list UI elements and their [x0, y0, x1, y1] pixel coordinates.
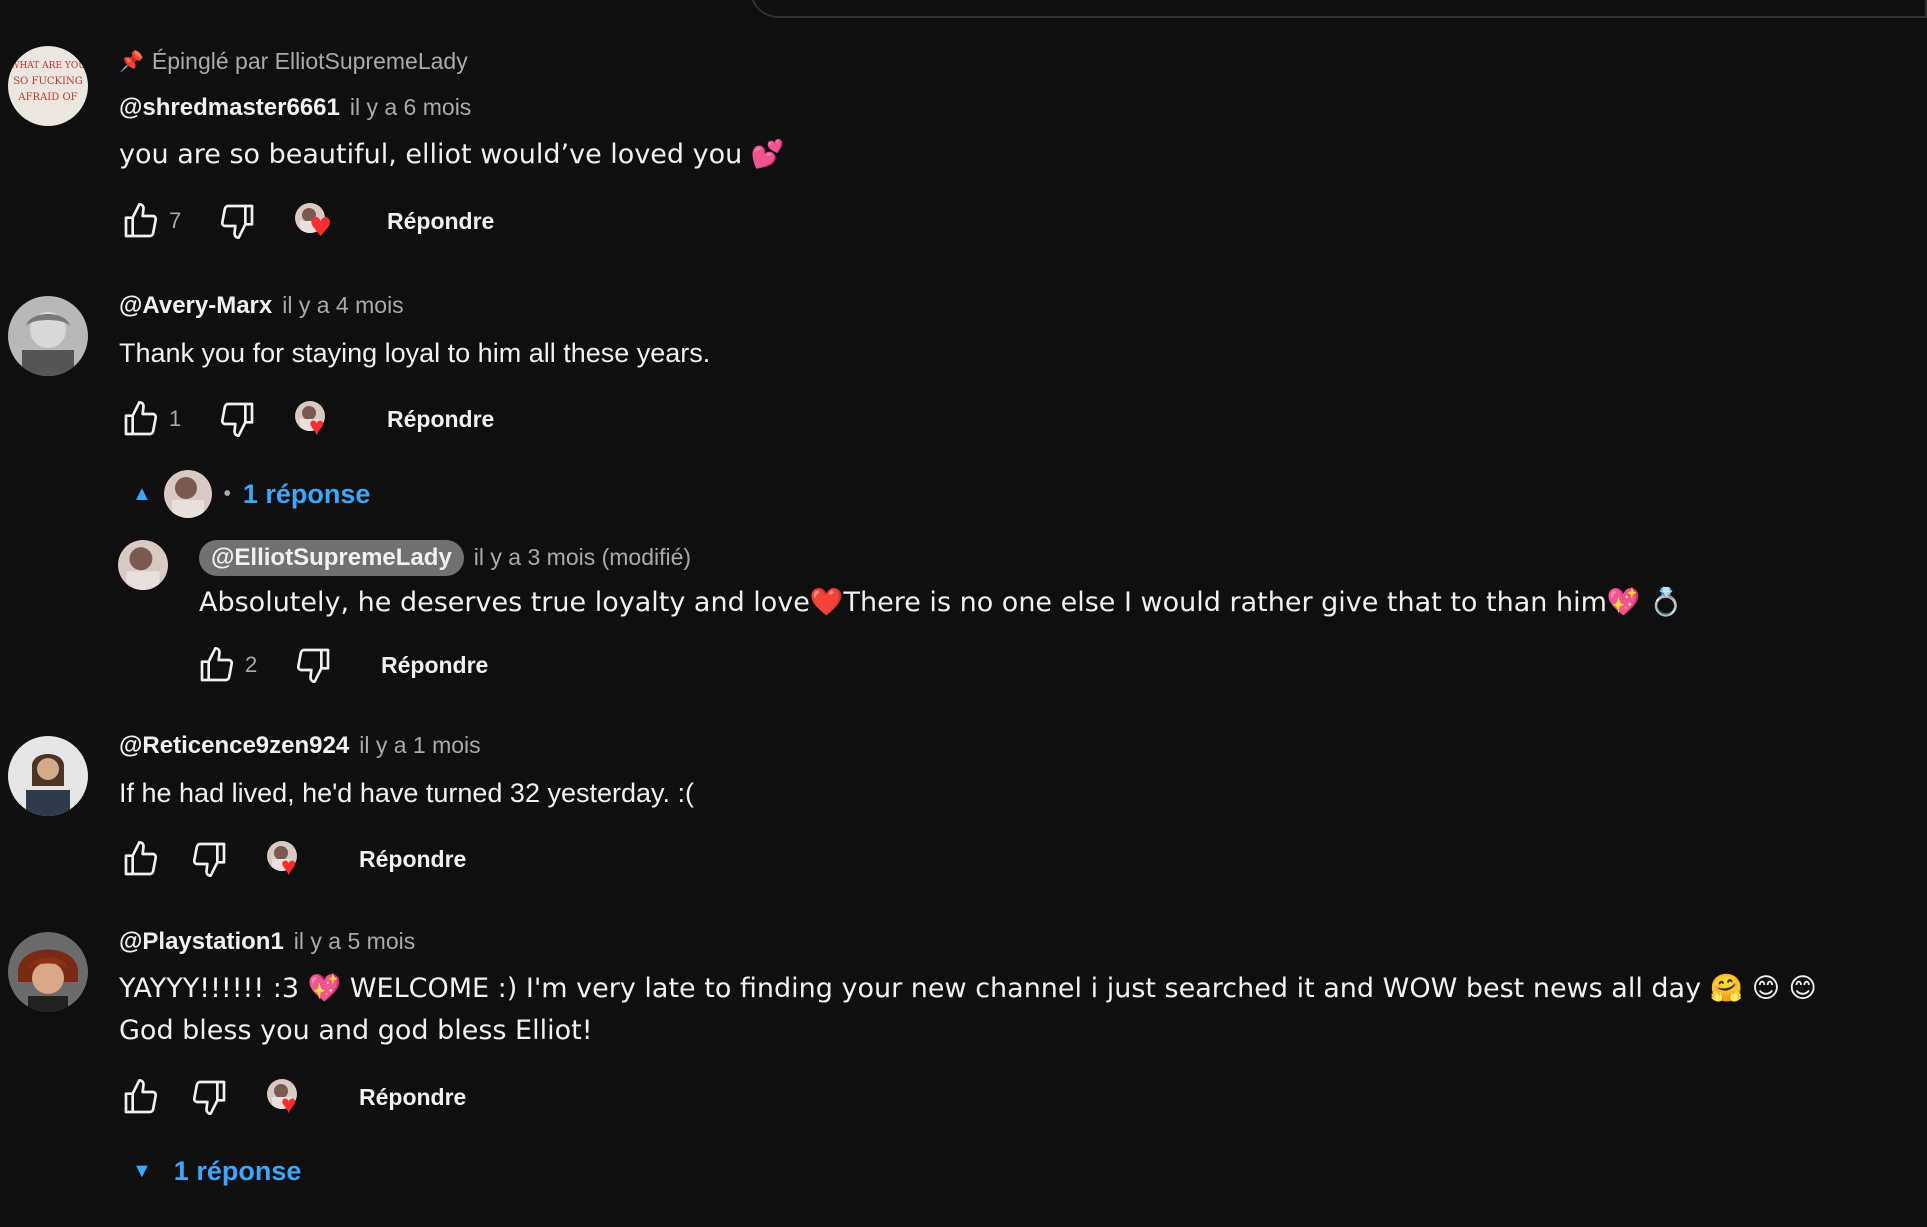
avatar-image	[8, 932, 88, 1012]
comment-time[interactable]: il y a 5 mois	[294, 928, 415, 955]
dislike-button[interactable]	[215, 199, 259, 243]
thumbs-up-icon	[124, 841, 158, 876]
thumbs-up-icon	[124, 401, 158, 436]
comment-actions: ♥ Répondre	[119, 834, 1847, 884]
pin-icon: 📌	[119, 50, 144, 73]
heart-icon: ♥	[309, 213, 333, 243]
comment-text: If he had lived, he'd have turned 32 yes…	[119, 778, 695, 808]
avatar-image	[118, 540, 168, 590]
avatar[interactable]	[8, 296, 88, 376]
heart-icon: ♥	[309, 411, 325, 441]
creator-heart: ♥	[265, 1075, 309, 1119]
thumbs-up-icon	[124, 203, 158, 238]
chevron-up-icon: ▲	[132, 482, 152, 505]
svg-text:WHAT ARE YOU: WHAT ARE YOU	[10, 61, 86, 71]
thumbs-down-icon	[192, 842, 226, 877]
avatar[interactable]	[8, 932, 88, 1012]
like-count: 7	[169, 208, 182, 233]
comment-author[interactable]: @Reticence9zen924	[119, 732, 349, 760]
comment-meta: @Reticence9zen924 il y a 1 mois	[119, 732, 1847, 766]
avatar-image: WHAT ARE YOU SO FUCKING AFRAID OF	[8, 46, 88, 126]
dislike-button[interactable]	[187, 837, 231, 881]
reply-button[interactable]: Répondre	[359, 1084, 466, 1111]
dislike-button[interactable]	[291, 643, 335, 687]
comment-time[interactable]: il y a 1 mois	[359, 732, 480, 759]
avatar-image	[8, 736, 88, 816]
hide-replies-toggle[interactable]: ▲ • 1 réponse	[132, 470, 370, 518]
creator-heart: ♥	[265, 837, 309, 881]
like-button[interactable]	[119, 199, 163, 243]
comment-text: Thank you for staying loyal to him all t…	[119, 338, 711, 368]
comment-actions: 1 ♥ Répondre	[119, 394, 1847, 444]
thumbs-down-icon	[220, 402, 254, 437]
chevron-down-icon: ▼	[132, 1160, 152, 1182]
like-button[interactable]	[119, 397, 163, 441]
svg-text:SO FUCKING: SO FUCKING	[13, 76, 82, 87]
thumbs-up-icon	[124, 1079, 158, 1114]
comment-text: you are so beautiful, elliot would’ve lo…	[119, 139, 785, 170]
comment-time[interactable]: il y a 6 mois	[350, 94, 471, 121]
reply-button[interactable]: Répondre	[359, 846, 466, 873]
like-button[interactable]	[119, 837, 163, 881]
replies-count-label[interactable]: 1 réponse	[174, 1156, 302, 1187]
avatar-image	[8, 296, 88, 376]
creator-heart: ♥	[293, 397, 337, 441]
comment-time[interactable]: il y a 4 mois	[282, 292, 403, 319]
comment-author[interactable]: @shredmaster6661	[119, 94, 340, 122]
thumbs-up-icon	[200, 647, 234, 682]
separator-dot: •	[223, 482, 231, 505]
thumbs-down-icon	[220, 204, 254, 240]
top-search-bar-edge	[750, 0, 1927, 18]
svg-text:AFRAID OF: AFRAID OF	[17, 92, 77, 103]
like-button[interactable]	[195, 643, 239, 687]
like-count: 1	[169, 406, 182, 431]
comment-time[interactable]: il y a 3 mois (modifié)	[474, 544, 691, 571]
comment-actions: ♥ Répondre	[119, 1072, 1847, 1122]
heart-icon: ♥	[281, 1089, 297, 1119]
comment-actions: 7 ♥ Répondre	[119, 196, 1847, 246]
reply-button[interactable]: Répondre	[381, 652, 488, 679]
reply-avatar	[163, 470, 212, 518]
pinned-text: Épinglé par ElliotSupremeLady	[151, 47, 468, 74]
reply-button[interactable]: Répondre	[387, 208, 494, 235]
comment-actions: 2 Répondre	[195, 640, 1847, 690]
comment-author[interactable]: @Avery-Marx	[119, 292, 272, 320]
creator-heart: ♥	[293, 199, 337, 243]
avatar[interactable]	[118, 540, 168, 590]
dislike-button[interactable]	[187, 1075, 231, 1119]
pinned-label: 📌 Épinglé par ElliotSupremeLady	[119, 46, 1847, 76]
like-count: 2	[245, 652, 258, 677]
replies-count-label[interactable]: 1 réponse	[243, 479, 371, 510]
comment-author[interactable]: @Playstation1	[119, 928, 284, 956]
reply-button[interactable]: Répondre	[387, 406, 494, 433]
avatar[interactable]: WHAT ARE YOU SO FUCKING AFRAID OF	[8, 46, 88, 126]
thumbs-down-icon	[192, 1080, 226, 1115]
comment-text: Absolutely, he deserves true loyalty and…	[199, 587, 1683, 618]
show-replies-toggle[interactable]: ▼ 1 réponse	[132, 1156, 301, 1187]
avatar[interactable]	[8, 736, 88, 816]
comment-meta: @shredmaster6661 il y a 6 mois	[119, 94, 1847, 128]
comment-meta: @Avery-Marx il y a 4 mois	[119, 292, 1847, 326]
like-button[interactable]	[119, 1075, 163, 1119]
comment-meta: @ElliotSupremeLady il y a 3 mois (modifi…	[199, 540, 1847, 576]
dislike-button[interactable]	[215, 397, 259, 441]
heart-icon: ♥	[281, 851, 297, 881]
comment-text: YAYYY!!!!!! :3 💖 WELCOME :) I'm very lat…	[119, 973, 1817, 1046]
comment-meta: @Playstation1 il y a 5 mois	[119, 928, 1847, 962]
thumbs-down-icon	[296, 648, 330, 683]
channel-owner-badge[interactable]: @ElliotSupremeLady	[199, 540, 464, 576]
